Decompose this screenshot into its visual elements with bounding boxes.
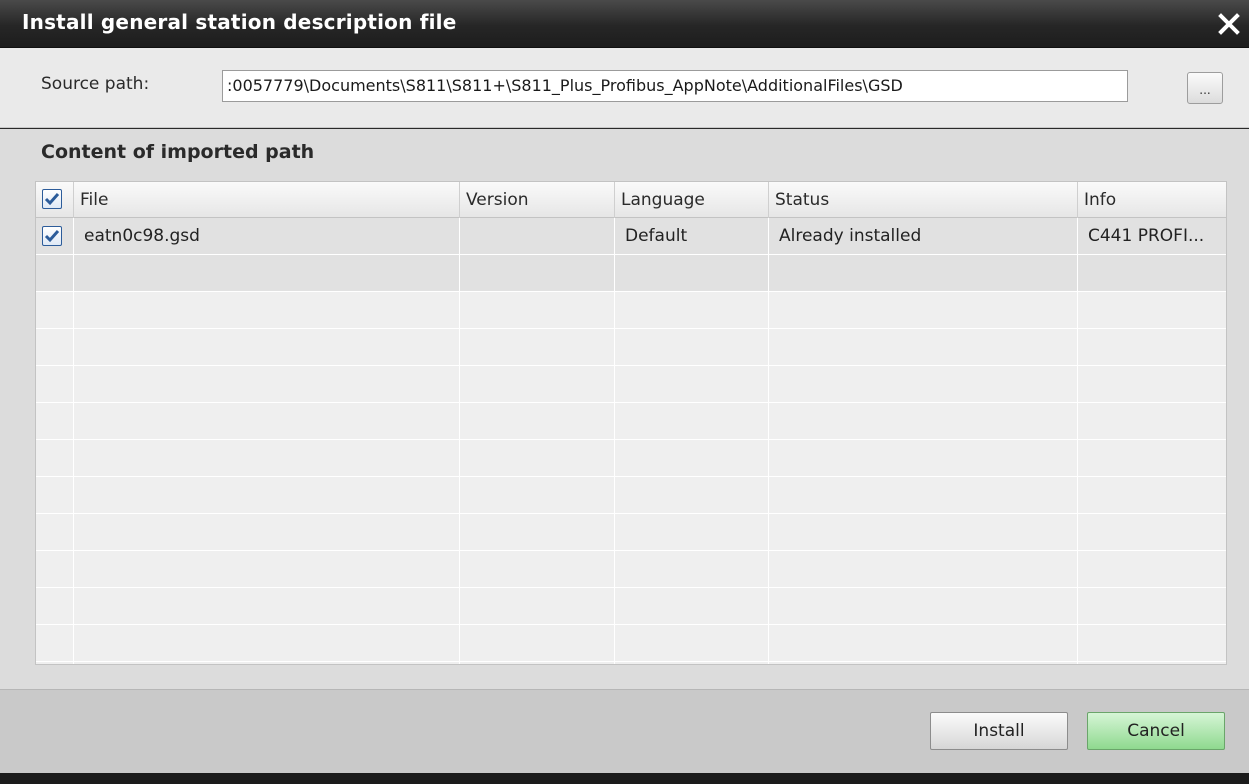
- cancel-button[interactable]: Cancel: [1087, 712, 1225, 750]
- column-header-version[interactable]: Version: [460, 182, 615, 218]
- empty-row: [36, 588, 1226, 625]
- content-section: Content of imported path File Version La…: [0, 129, 1249, 689]
- table-row[interactable]: eatn0c98.gsd Default Already installed C…: [36, 218, 1226, 255]
- source-path-section: Source path: :0057779\Documents\S811\S81…: [0, 48, 1249, 128]
- empty-row: [36, 551, 1226, 588]
- column-divider: [1077, 218, 1078, 664]
- cell-file: eatn0c98.gsd: [74, 218, 460, 254]
- content-title: Content of imported path: [41, 141, 315, 163]
- column-header-status[interactable]: Status: [769, 182, 1078, 218]
- column-divider: [459, 218, 460, 664]
- checkmark-icon: [44, 230, 60, 243]
- column-divider: [73, 218, 74, 664]
- empty-row: [36, 366, 1226, 403]
- empty-row: [36, 625, 1226, 662]
- cell-status: Already installed: [769, 218, 1078, 254]
- cell-language: Default: [615, 218, 769, 254]
- column-divider: [768, 218, 769, 664]
- row-select-cell: [36, 218, 74, 254]
- dialog-title: Install general station description file: [22, 10, 457, 34]
- install-button[interactable]: Install: [930, 712, 1068, 750]
- empty-row: [36, 292, 1226, 329]
- empty-row: [36, 403, 1226, 440]
- column-header-info[interactable]: Info: [1078, 182, 1226, 218]
- source-path-label: Source path:: [41, 74, 150, 94]
- close-icon: [1218, 13, 1240, 35]
- bottom-border: [0, 773, 1249, 784]
- empty-row: [36, 477, 1226, 514]
- column-header-file[interactable]: File: [74, 182, 460, 218]
- column-divider: [614, 218, 615, 664]
- select-all-checkbox[interactable]: [42, 189, 62, 209]
- empty-row: [36, 514, 1226, 551]
- cell-version: [460, 218, 615, 254]
- title-bar[interactable]: Install general station description file: [0, 0, 1249, 48]
- dialog-footer: Install Cancel: [0, 689, 1249, 773]
- empty-row: [36, 329, 1226, 366]
- gsd-file-table: File Version Language Status Info eatn0c…: [35, 181, 1227, 665]
- column-header-language[interactable]: Language: [615, 182, 769, 218]
- install-gsd-dialog: Install general station description file…: [0, 0, 1249, 784]
- table-header: File Version Language Status Info: [36, 182, 1226, 218]
- close-button[interactable]: [1215, 10, 1243, 38]
- cell-info: C441 PROFI...: [1088, 226, 1205, 246]
- source-path-input[interactable]: :0057779\Documents\S811\S811+\S811_Plus_…: [222, 70, 1128, 102]
- row-checkbox[interactable]: [42, 226, 62, 246]
- empty-row: [36, 440, 1226, 477]
- header-select-cell: [36, 182, 74, 218]
- browse-button[interactable]: ...: [1187, 72, 1223, 104]
- checkmark-icon: [44, 193, 60, 206]
- empty-row: [36, 255, 1226, 292]
